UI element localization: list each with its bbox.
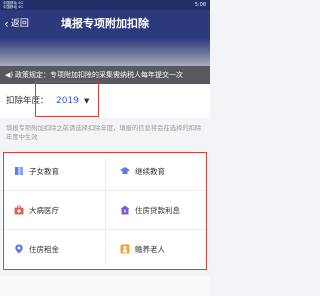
deduction-year-row: 扣除年度： 2019 ▼ (0, 84, 210, 118)
speaker-icon: ◀) (5, 71, 14, 79)
year-hint-text: 填报专项附加扣除之前请选择扣除年度，填报的信息将会在选择的扣除年度中生效 (6, 125, 202, 141)
category-highlight-box (3, 152, 207, 270)
status-time: 5:08 (194, 2, 206, 8)
navigation-bar: ‹ 返回 填报专项附加扣除 (0, 10, 210, 38)
status-bar: 中国移动 4G 中国移动 4G 5:08 (0, 0, 210, 10)
year-highlight-box (35, 81, 99, 117)
policy-notice-bar: ◀) 政策规定：专项附加扣除的采集需纳税人每年提交一次 (0, 66, 210, 84)
carrier-info: 中国移动 4G 中国移动 4G (3, 1, 23, 9)
page-title: 填报专项附加扣除 (61, 17, 149, 30)
bottom-area (0, 276, 210, 296)
header-banner (0, 38, 210, 66)
carrier-line-2: 中国移动 4G (3, 5, 24, 9)
